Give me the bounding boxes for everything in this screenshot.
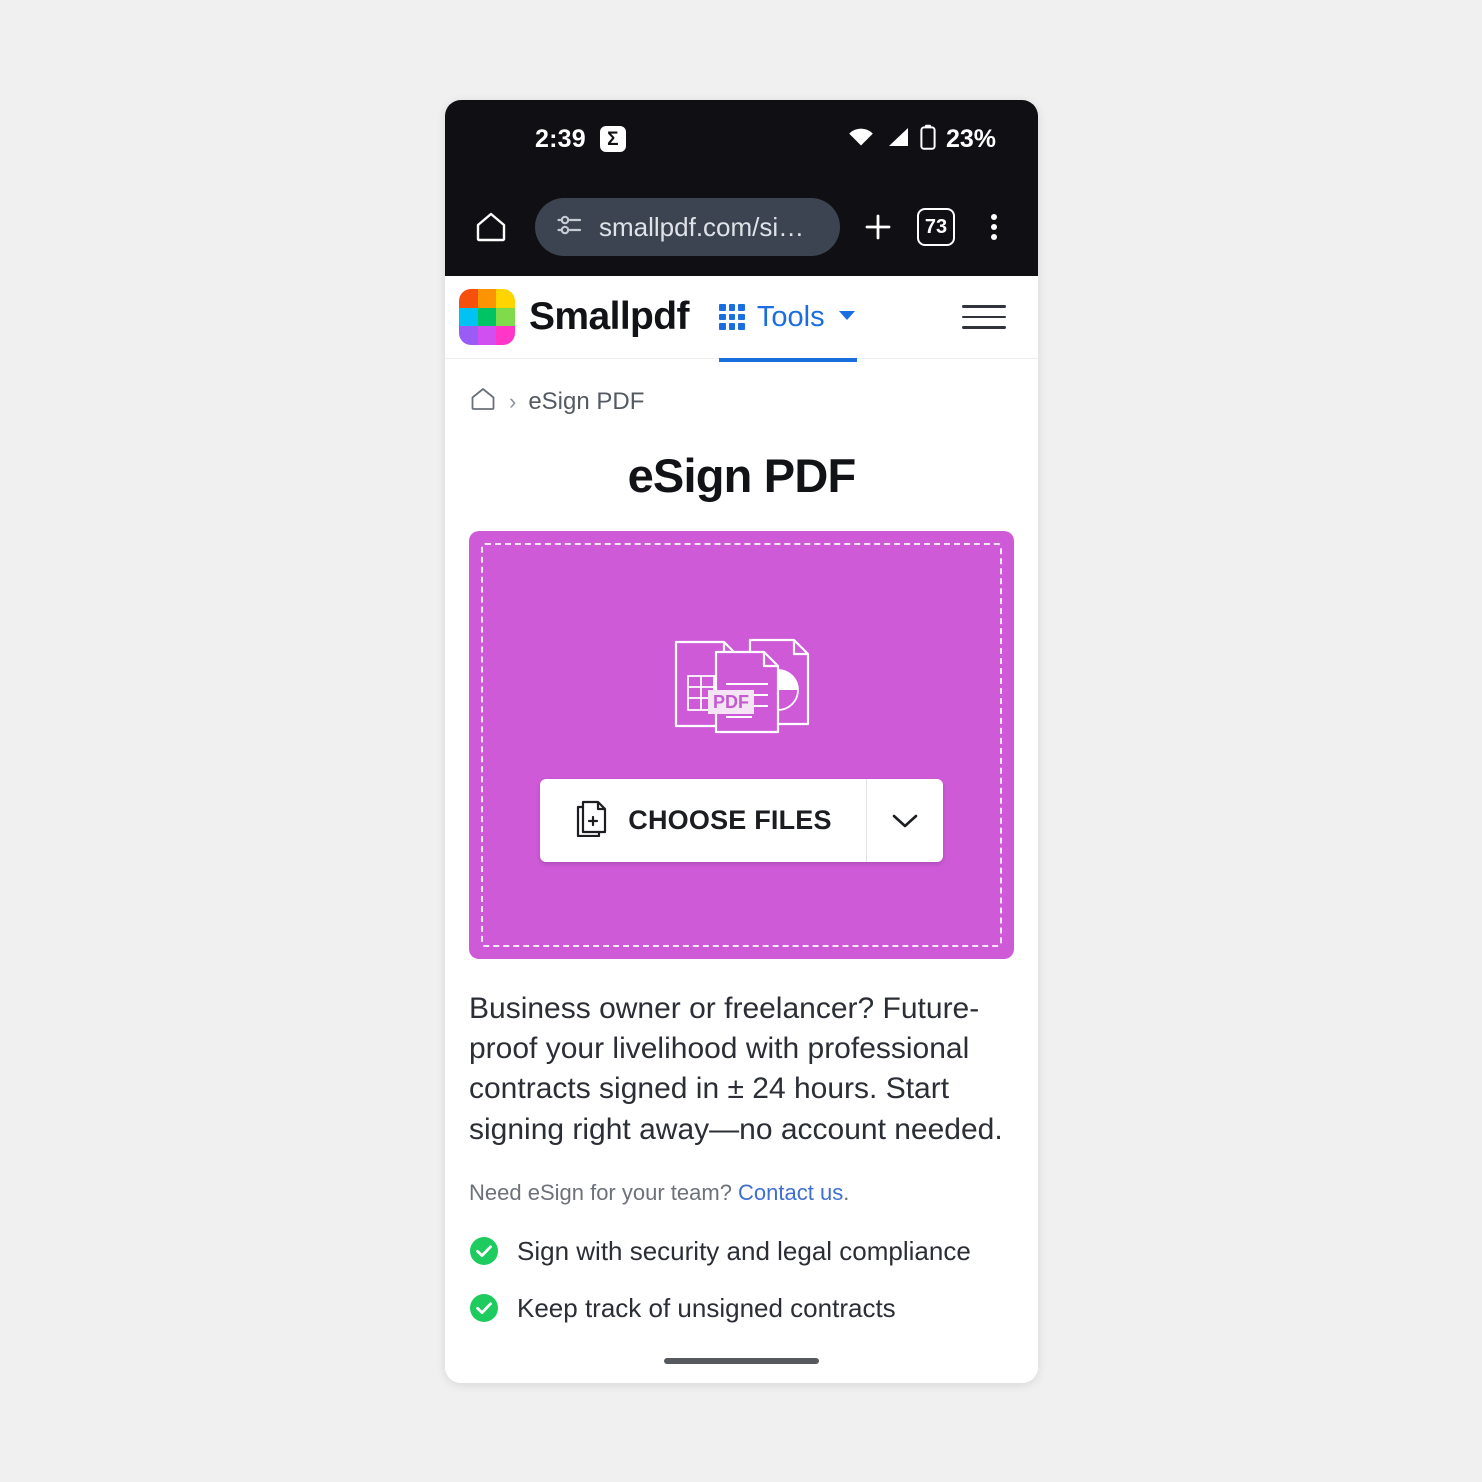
plus-icon[interactable]: [852, 201, 904, 253]
pdf-badge-label: PDF: [713, 692, 749, 712]
home-icon[interactable]: [469, 385, 497, 418]
apps-grid-icon: [718, 304, 745, 330]
team-suffix-label: .: [843, 1179, 850, 1205]
tab-count-label: 73: [917, 208, 955, 246]
add-file-icon: [574, 799, 608, 842]
choose-files-label: CHOOSE FILES: [628, 805, 832, 835]
hamburger-menu-icon[interactable]: [962, 290, 1016, 344]
address-bar[interactable]: smallpdf.com/sign-pdf: [535, 198, 840, 256]
status-bar: 2:39 Σ 23%: [445, 100, 1038, 178]
tab-tools[interactable]: Tools: [718, 276, 857, 362]
breadcrumb-current: eSign PDF: [528, 387, 645, 415]
battery-percentage: 23%: [945, 124, 996, 153]
page-title: eSign PDF: [627, 449, 857, 502]
brand-name-label: Smallpdf: [529, 295, 689, 338]
team-contact-line: Need eSign for your team? Contact us.: [469, 1180, 1014, 1206]
feature-label: Sign with security and legal compliance: [517, 1235, 971, 1266]
home-indicator-bar[interactable]: [664, 1358, 819, 1364]
status-bar-right: 23%: [847, 100, 996, 178]
more-vertical-icon[interactable]: [968, 201, 1020, 253]
wifi-icon: [847, 126, 875, 153]
url-text[interactable]: smallpdf.com/sign-pdf: [599, 212, 818, 243]
check-circle-icon: [469, 1293, 499, 1323]
breadcrumb-separator: ›: [509, 388, 517, 414]
list-item: Keep track of unsigned contracts: [469, 1293, 1014, 1324]
dropzone-inner: PDF CHOOSE FILES: [469, 531, 1014, 959]
chevron-down-icon: [837, 308, 857, 327]
contact-us-link[interactable]: Contact us: [738, 1180, 843, 1205]
sigma-notification-icon: Σ: [599, 126, 626, 152]
battery-icon: [920, 124, 936, 155]
documents-stack-illustration: PDF: [662, 628, 822, 745]
list-item: Sign with security and legal compliance: [469, 1236, 1014, 1267]
phone-screen: 2:39 Σ 23% smallpdf.com/sign- 73 Smallpd…: [445, 100, 1038, 1383]
site-settings-icon[interactable]: [557, 214, 583, 241]
tools-label: Tools: [756, 300, 825, 333]
file-dropzone[interactable]: PDF CHOOSE FILES: [469, 531, 1014, 959]
team-prefix-label: Need eSign for your team?: [469, 1179, 739, 1205]
page-content: › eSign PDF eSign PDF PDF CHOOSE FILES B…: [445, 359, 1038, 1383]
browser-toolbar: smallpdf.com/sign-pdf 73: [445, 178, 1038, 276]
site-header: Smallpdf Tools: [445, 276, 1038, 362]
feature-label: Keep track of unsigned contracts: [517, 1292, 896, 1323]
breadcrumb: › eSign PDF: [469, 359, 1014, 418]
smallpdf-logo-icon: [459, 289, 515, 345]
choose-files-dropdown-button[interactable]: [865, 779, 943, 862]
chevron-down-icon: [892, 814, 918, 827]
check-circle-icon: [469, 1236, 499, 1266]
cellular-signal-icon: [885, 126, 910, 153]
choose-files-button[interactable]: CHOOSE FILES: [540, 779, 865, 862]
home-icon[interactable]: [463, 199, 519, 255]
status-bar-left: 2:39 Σ: [535, 100, 626, 178]
status-clock: 2:39: [535, 124, 586, 153]
brand-link[interactable]: Smallpdf: [459, 289, 689, 345]
choose-files-group: CHOOSE FILES: [540, 779, 943, 862]
tool-description: Business owner or freelancer? Future-pro…: [469, 992, 1003, 1146]
tab-switcher-button[interactable]: 73: [910, 201, 962, 253]
system-navigation-bar: [445, 1339, 1038, 1383]
